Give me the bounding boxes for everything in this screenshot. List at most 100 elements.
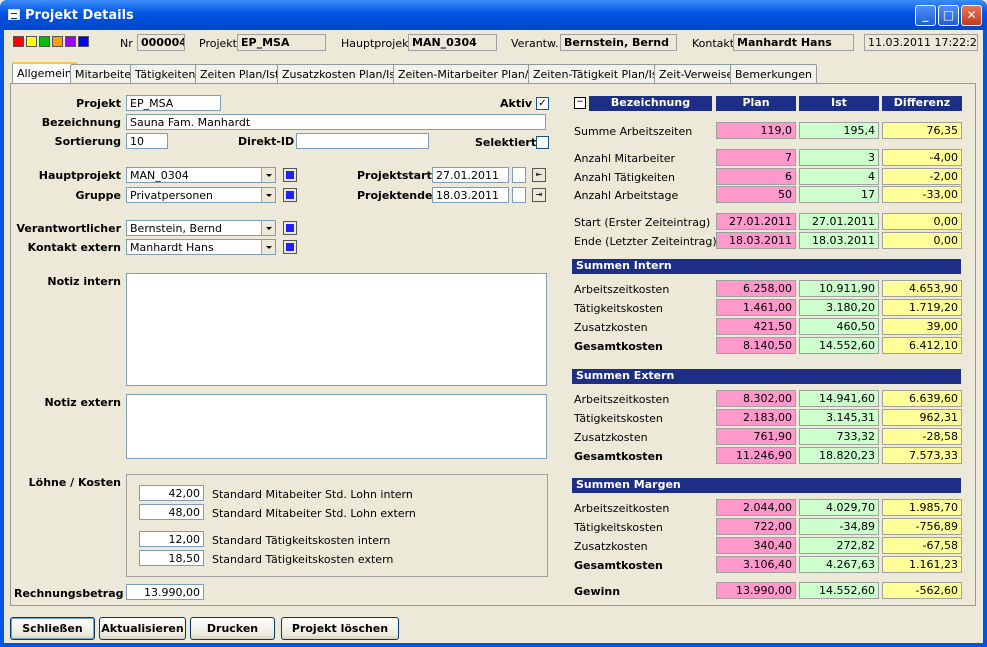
summary-cell-ist: 18.03.2011 [799,232,879,249]
summary-cell-ist: 3.180,20 [799,299,879,316]
swatch-green[interactable] [39,36,50,47]
summary-row-label: Summe Arbeitszeiten [574,125,693,138]
lohn-intern-field[interactable]: 42,00 [139,485,204,501]
col-header-ist: Ist [799,96,879,111]
tab-allgemein[interactable]: Allgemein [12,62,77,85]
tab-zeit-verweise[interactable]: Zeit-Verweise [654,64,739,84]
chevron-down-icon[interactable] [261,221,275,235]
summary-cell-plan: 761,90 [716,428,796,445]
notiz-intern-label: Notiz intern [47,275,121,288]
notiz-extern-label: Notiz extern [44,396,121,409]
projektstart-picker[interactable] [512,167,526,183]
summary-cell-ist: 4 [799,168,879,185]
summary-cell-diff: 1.985,70 [882,499,962,516]
chevron-down-icon[interactable] [261,240,275,254]
projekt-loeschen-button[interactable]: Projekt löschen [281,617,399,640]
summary-cell-diff: 39,00 [882,318,962,335]
bezeichnung-label: Bezeichnung [41,116,121,129]
goto-start-icon[interactable]: ⇤ [532,168,546,182]
projekt-field[interactable]: EP_MSA [126,95,221,111]
summary-cell-plan: 6 [716,168,796,185]
close-button[interactable]: ✕ [961,5,982,26]
header-datetime: 11.03.2011 17:22:23 [864,34,978,51]
header-verantw-value: Bernstein, Bernd [560,34,677,51]
taetigkeit-extern-field[interactable]: 18,50 [139,550,204,566]
projektende-label: Projektende [357,189,433,202]
bezeichnung-field[interactable]: Sauna Fam. Manhardt [126,114,546,130]
summary-row-label: Zusatzkosten [574,540,648,553]
hauptprojekt-open-button[interactable] [283,168,297,182]
projektende-picker[interactable] [512,187,526,203]
swatch-yellow[interactable] [26,36,37,47]
minimize-button[interactable]: _ [915,5,936,26]
rechnungsbetrag-field[interactable]: 13.990,00 [126,584,204,600]
goto-end-icon[interactable]: ⇥ [532,188,546,202]
loehne-kosten-label: Löhne / Kosten [28,476,121,489]
projektende-field[interactable]: 18.03.2011 [432,187,509,203]
selektiert-checkbox[interactable] [536,136,549,149]
drucken-button[interactable]: Drucken [190,617,275,640]
summary-row-label: Arbeitszeitkosten [574,393,670,406]
header-hauptprojekt-label: Hauptprojekt [341,37,413,50]
sortierung-field[interactable]: 10 [126,133,168,149]
maximize-button[interactable]: □ [938,5,959,26]
summary-cell-plan: 8.302,00 [716,390,796,407]
notiz-intern-textarea[interactable] [126,273,547,386]
summary-row-label: Zusatzkosten [574,321,648,334]
summary-cell-diff: 1.161,23 [882,556,962,573]
summary-row-label: Gesamtkosten [574,340,663,353]
verantwortlicher-combo[interactable]: Bernstein, Bernd [126,220,276,236]
summary-cell-diff: 7.573,33 [882,447,962,464]
summary-row-label: Tätigkeitskosten [574,302,663,315]
selektiert-label: Selektiert [475,136,537,149]
swatch-orange[interactable] [52,36,63,47]
aktiv-checkbox[interactable]: ✓ [536,97,549,110]
summary-cell-plan: 2.183,00 [716,409,796,426]
summary-row-label: Ende (Letzter Zeiteintrag) [574,235,717,248]
collapse-icon[interactable]: − [574,97,586,109]
summary-cell-ist: 4.267,63 [799,556,879,573]
direkt-id-field[interactable] [296,133,429,149]
section-header: Summen Margen [572,478,961,493]
swatch-blue[interactable] [78,36,89,47]
tab-bemerkungen[interactable]: Bemerkungen [730,64,818,84]
kontakt-extern-open-button[interactable] [283,240,297,254]
taetigkeit-intern-field[interactable]: 12,00 [139,531,204,547]
section-header: Summen Extern [572,369,961,384]
tab-taetigkeiten[interactable]: Tätigkeiten [130,64,201,84]
tab-zeiten-mitarbeiter-plan-ist[interactable]: Zeiten-Mitarbeiter Plan/Ist [393,64,547,84]
chevron-down-icon[interactable] [261,188,275,202]
gruppe-value: Privatpersonen [130,189,214,202]
summary-row-label: Start (Erster Zeiteintrag) [574,216,711,229]
swatch-red[interactable] [13,36,24,47]
rechnungsbetrag-label: Rechnungsbetrag [14,587,124,600]
lohn-extern-field[interactable]: 48,00 [139,504,204,520]
gruppe-open-button[interactable] [283,188,297,202]
hauptprojekt-combo[interactable]: MAN_0304 [126,167,276,183]
chevron-down-icon[interactable] [261,168,275,182]
notiz-extern-textarea[interactable] [126,394,547,459]
summary-row-label: Anzahl Tätigkeiten [574,171,675,184]
lohn-extern-label: Standard Mitabeiter Std. Lohn extern [212,507,416,520]
summary-cell-plan: 18.03.2011 [716,232,796,249]
swatch-purple[interactable] [65,36,76,47]
summary-cell-ist: 14.941,60 [799,390,879,407]
schliessen-button[interactable]: Schließen [10,617,95,640]
col-header-plan: Plan [716,96,796,111]
projektstart-field[interactable]: 27.01.2011 [432,167,509,183]
verantwortlicher-open-button[interactable] [283,221,297,235]
title-bar[interactable]: Projekt Details _ □ ✕ [0,0,987,30]
summary-row-label: Anzahl Mitarbeiter [574,152,676,165]
aktualisieren-button[interactable]: Aktualisieren [99,617,186,640]
summary-row-label: Arbeitszeitkosten [574,283,670,296]
tab-zeiten-plan-ist[interactable]: Zeiten Plan/Ist [195,64,285,84]
summary-cell-diff: 6.412,10 [882,337,962,354]
summary-cell-plan: 50 [716,186,796,203]
tab-zusatzkosten-plan-ist[interactable]: Zusatzkosten Plan/Ist [277,64,405,84]
gruppe-combo[interactable]: Privatpersonen [126,187,276,203]
summary-cell-diff: -756,89 [882,518,962,535]
summary-cell-diff: 0,00 [882,213,962,230]
summary-cell-ist: 27.01.2011 [799,213,879,230]
kontakt-extern-combo[interactable]: Manhardt Hans [126,239,276,255]
tab-zeiten-taetigkeit-plan-ist[interactable]: Zeiten-Tätigkeit Plan/Ist [528,64,667,84]
